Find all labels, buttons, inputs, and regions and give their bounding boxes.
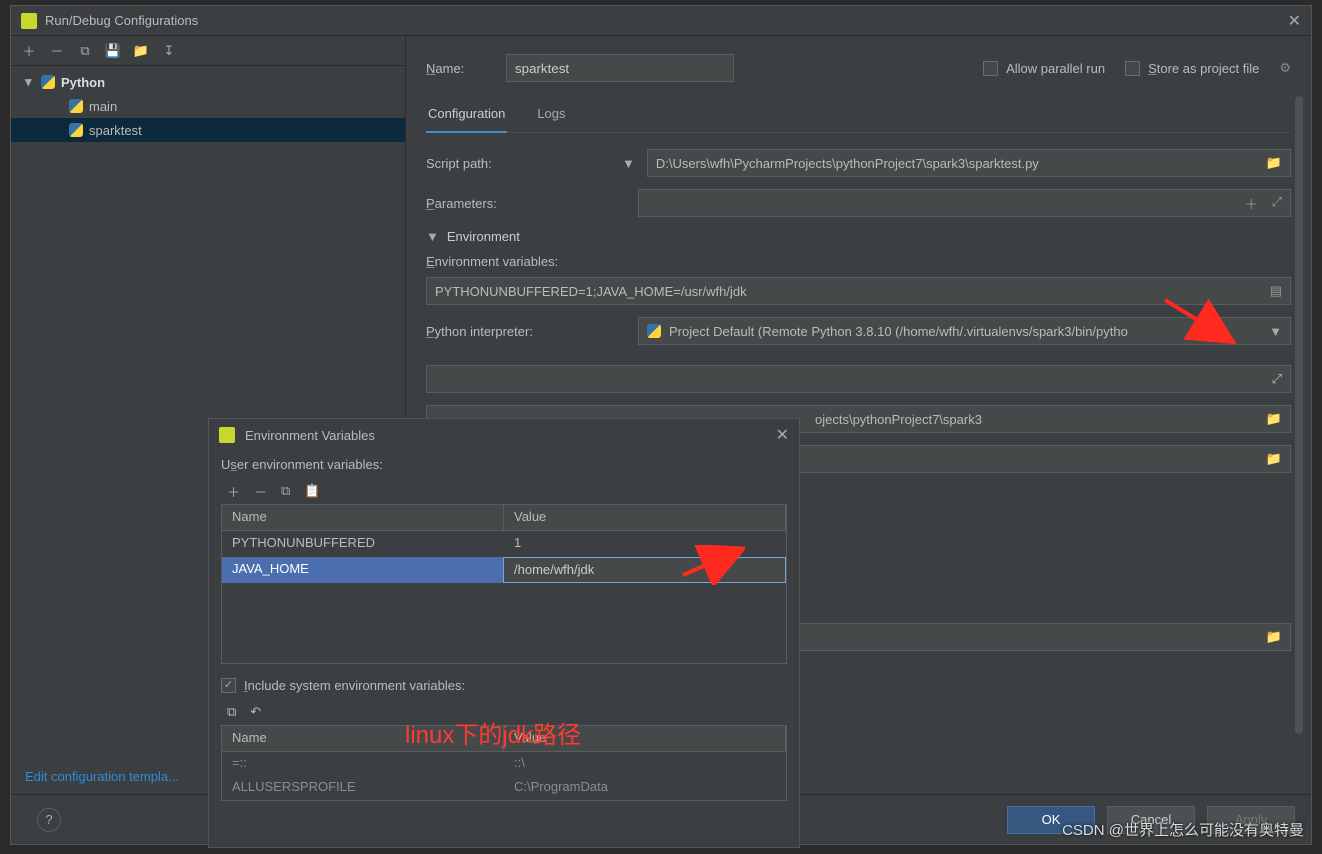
env-vars-label: Environment variables: [426, 254, 1291, 269]
cell-name: PYTHONUNBUFFERED [222, 531, 504, 557]
env-dialog-title: Environment Variables [245, 428, 776, 443]
browse-icon[interactable]: 📁 [1266, 155, 1282, 171]
user-env-label: User environment variables: [221, 457, 787, 472]
chevron-down-icon: ▼ [1269, 324, 1282, 339]
store-as-project-checkbox[interactable]: Store as project file [1125, 61, 1259, 76]
remove-icon[interactable]: － [254, 482, 267, 501]
chevron-down-icon: ▼ [426, 229, 439, 244]
browse-icon[interactable]: 📁 [1266, 451, 1282, 467]
expand-icon[interactable]: ⤢ [1272, 371, 1282, 387]
script-path-value: D:\Users\wfh\PycharmProjects\pythonProje… [656, 156, 1039, 171]
tree-item-label: main [89, 99, 117, 114]
table-row[interactable]: ALLUSERSPROFILE C:\ProgramData [222, 776, 786, 800]
close-icon[interactable]: ✕ [776, 425, 789, 445]
python-icon [41, 75, 55, 89]
dialog-title: Run/Debug Configurations [45, 13, 1288, 28]
environment-section-header[interactable]: ▼ Environment [426, 229, 1291, 244]
undo-icon[interactable]: ↶ [250, 704, 261, 720]
help-button[interactable]: ? [37, 808, 61, 832]
tree-toolbar: ＋ － ⧉ 💾 📁 ↧ [11, 36, 405, 66]
app-icon [219, 427, 235, 443]
checkbox-icon[interactable] [1125, 61, 1140, 76]
store-as-project-label: Store as project file [1148, 61, 1259, 76]
cell-value: C:\ProgramData [504, 776, 786, 800]
tree-group-python[interactable]: ▾ Python [11, 70, 405, 94]
app-icon [21, 13, 37, 29]
close-icon[interactable]: ✕ [1288, 11, 1301, 31]
list-icon[interactable]: ▤ [1270, 283, 1282, 299]
paste-icon[interactable]: 📋 [304, 483, 320, 499]
env-toolbar: ＋ － ⧉ 📋 [221, 478, 787, 504]
table-row[interactable]: =:: ::\ [222, 752, 786, 776]
chevron-down-icon[interactable]: ▼ [622, 156, 635, 171]
folder-icon[interactable]: 📁 [133, 43, 149, 59]
browse-icon[interactable]: 📁 [1266, 629, 1282, 645]
save-icon[interactable]: 💾 [105, 43, 121, 59]
watermark: CSDN @世界上怎么可能没有奥特曼 [1062, 819, 1304, 840]
tab-configuration[interactable]: Configuration [426, 100, 507, 133]
add-icon[interactable]: ＋ [227, 482, 240, 501]
browse-icon[interactable]: 📁 [1266, 411, 1282, 427]
include-system-checkbox[interactable]: Include system environment variables: [221, 678, 787, 693]
checkbox-icon[interactable] [221, 678, 236, 693]
parameters-input[interactable]: ＋ ⤢ [638, 189, 1291, 217]
expand-icon[interactable]: ⤢ [1272, 194, 1282, 213]
titlebar: Run/Debug Configurations ✕ [11, 6, 1311, 36]
tab-logs[interactable]: Logs [535, 100, 567, 132]
cell-name: =:: [222, 752, 504, 776]
tree-item-label: sparktest [89, 123, 142, 138]
script-path-input[interactable]: D:\Users\wfh\PycharmProjects\pythonProje… [647, 149, 1291, 177]
copy-icon[interactable]: ⧉ [281, 483, 290, 499]
chevron-down-icon: ▾ [25, 74, 35, 90]
col-name: Name [222, 505, 504, 530]
script-path-label: Script path: [426, 156, 616, 171]
allow-parallel-label: Allow parallel run [1006, 61, 1105, 76]
scrollbar[interactable] [1295, 96, 1303, 734]
cell-name: ALLUSERSPROFILE [222, 776, 504, 800]
cell-value: ::\ [504, 752, 786, 776]
python-icon [647, 324, 661, 338]
env-vars-value: PYTHONUNBUFFERED=1;JAVA_HOME=/usr/wfh/jd… [435, 284, 747, 299]
working-dir-value: ojects\pythonProject7\spark3 [815, 412, 982, 427]
allow-parallel-checkbox[interactable]: Allow parallel run [983, 61, 1105, 76]
interpreter-options-input[interactable]: ⤢ [426, 365, 1291, 393]
remove-icon[interactable]: － [49, 43, 65, 59]
annotation-arrow [1160, 295, 1240, 355]
add-icon[interactable]: ＋ [21, 43, 37, 59]
copy-icon[interactable]: ⧉ [77, 43, 93, 59]
config-tabs: Configuration Logs [426, 100, 1291, 133]
interpreter-value: Project Default (Remote Python 3.8.10 (/… [669, 324, 1128, 339]
checkbox-icon[interactable] [983, 61, 998, 76]
col-value: Value [504, 505, 786, 530]
name-label: Name: [426, 61, 486, 76]
copy-icon[interactable]: ⧉ [227, 704, 236, 720]
env-titlebar: Environment Variables ✕ [209, 419, 799, 451]
plus-icon[interactable]: ＋ [1245, 194, 1258, 213]
python-icon [69, 123, 83, 137]
include-system-label: Include system environment variables: [244, 678, 465, 693]
parameters-label: Parameters: [426, 196, 616, 211]
environment-variables-dialog: Environment Variables ✕ User environment… [208, 418, 800, 848]
python-icon [69, 99, 83, 113]
annotation-arrow [675, 545, 745, 585]
table-header: Name Value [222, 505, 786, 531]
cell-name: JAVA_HOME [222, 557, 503, 583]
tree-item-main[interactable]: main [11, 94, 405, 118]
name-input[interactable] [506, 54, 734, 82]
sort-icon[interactable]: ↧ [161, 43, 177, 59]
tree-item-sparktest[interactable]: sparktest [11, 118, 405, 142]
annotation-text: linux下的jdk路径 [405, 715, 581, 750]
python-interpreter-label: Python interpreter: [426, 324, 616, 339]
tree-group-label: Python [61, 75, 105, 90]
environment-section-label: Environment [447, 229, 520, 244]
gear-icon[interactable]: ⚙ [1279, 60, 1291, 76]
